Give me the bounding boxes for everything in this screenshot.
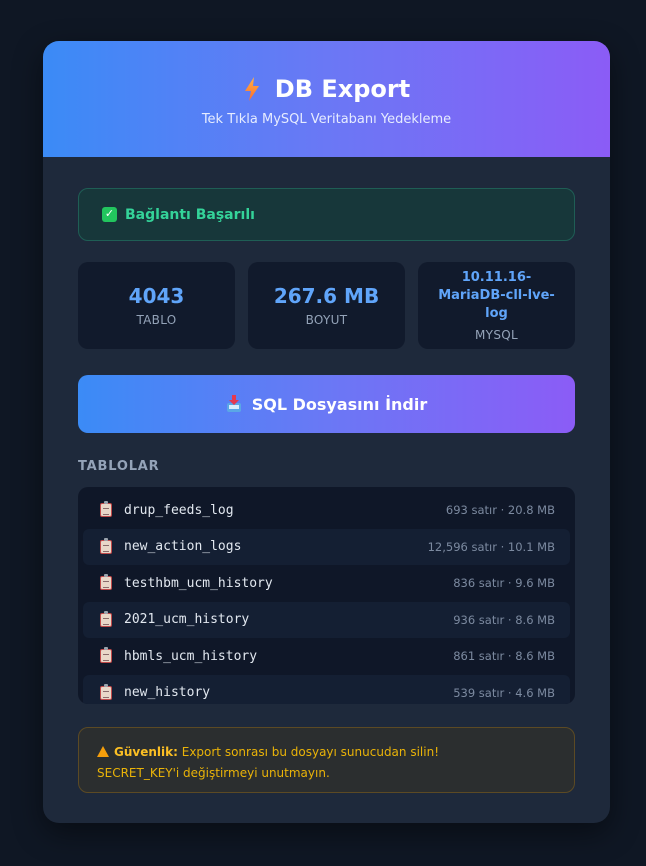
stat-mysql-label: MYSQL bbox=[475, 328, 518, 342]
header: DB Export Tek Tıkla MySQL Veritabanı Yed… bbox=[43, 41, 610, 157]
table-name: new_action_logs bbox=[124, 539, 242, 555]
table-meta: 12,596 satır · 10.1 MB bbox=[427, 539, 555, 554]
stat-tables-value: 4043 bbox=[128, 284, 185, 308]
warning-line-1: Güvenlik: Export sonrası bu dosyayı sunu… bbox=[97, 742, 556, 763]
table-row[interactable]: drup_feeds_log 693 satır · 20.8 MB bbox=[83, 492, 570, 529]
page-title: DB Export bbox=[274, 75, 411, 103]
download-label: SQL Dosyasını İndir bbox=[251, 394, 428, 414]
warning-text-2: SECRET_KEY'i değiştirmeyi unutmayın. bbox=[97, 766, 330, 780]
table-name: testhbm_ucm_history bbox=[124, 575, 273, 591]
card-body: ✓ Bağlantı Başarılı 4043 TABLO 267.6 MB … bbox=[43, 157, 610, 793]
clipboard-icon bbox=[100, 537, 112, 554]
lightning-bolt-icon bbox=[244, 77, 259, 101]
table-meta: 861 satır · 8.6 MB bbox=[453, 649, 555, 664]
connection-status: ✓ Bağlantı Başarılı bbox=[78, 188, 575, 241]
download-sql-button[interactable]: SQL Dosyasını İndir bbox=[78, 375, 575, 433]
table-list[interactable]: drup_feeds_log 693 satır · 20.8 MB new_a… bbox=[78, 487, 575, 704]
stat-size: 267.6 MB BOYUT bbox=[248, 262, 405, 349]
table-row[interactable]: 2021_ucm_history 936 satır · 8.6 MB bbox=[83, 601, 570, 638]
security-warning: Güvenlik: Export sonrası bu dosyayı sunu… bbox=[78, 727, 575, 793]
clipboard-icon bbox=[100, 647, 112, 664]
warning-text-1: Export sonrası bu dosyayı sunucudan sili… bbox=[181, 745, 440, 759]
warning-strong: Güvenlik: bbox=[114, 745, 178, 759]
page-subtitle: Tek Tıkla MySQL Veritabanı Yedekleme bbox=[201, 112, 452, 127]
table-name: hbmls_ucm_history bbox=[124, 648, 258, 664]
stat-size-value: 267.6 MB bbox=[273, 284, 380, 308]
status-text: Bağlantı Başarılı bbox=[125, 206, 255, 223]
stat-tables: 4043 TABLO bbox=[78, 262, 235, 349]
tables-section-title: TABLOLAR bbox=[78, 459, 160, 474]
stat-tables-label: TABLO bbox=[136, 313, 177, 327]
table-meta: 936 satır · 8.6 MB bbox=[453, 612, 555, 627]
stat-mysql: 10.11.16-MariaDB-cll-lve-log MYSQL bbox=[418, 262, 575, 349]
clipboard-icon bbox=[100, 610, 112, 627]
clipboard-icon bbox=[100, 501, 112, 518]
table-row[interactable]: testhbm_ucm_history 836 satır · 9.6 MB bbox=[83, 565, 570, 602]
table-meta: 539 satır · 4.6 MB bbox=[453, 685, 555, 700]
table-row[interactable]: hbmls_ucm_history 861 satır · 8.6 MB bbox=[83, 638, 570, 675]
warning-icon bbox=[97, 746, 109, 757]
clipboard-icon bbox=[100, 574, 112, 591]
table-name: drup_feeds_log bbox=[124, 502, 234, 518]
title-row: DB Export bbox=[43, 75, 610, 103]
stat-size-label: BOYUT bbox=[305, 313, 348, 327]
table-row[interactable]: new_action_logs 12,596 satır · 10.1 MB bbox=[83, 528, 570, 565]
clipboard-icon bbox=[100, 683, 112, 700]
stats-row: 4043 TABLO 267.6 MB BOYUT 10.11.16-Maria… bbox=[78, 262, 575, 349]
stat-mysql-value: 10.11.16-MariaDB-cll-lve-log bbox=[438, 270, 555, 321]
check-icon: ✓ bbox=[102, 207, 117, 222]
table-meta: 693 satır · 20.8 MB bbox=[445, 503, 555, 518]
table-name: 2021_ucm_history bbox=[124, 612, 250, 628]
table-row[interactable]: new_history 539 satır · 4.6 MB bbox=[83, 674, 570, 704]
table-meta: 836 satır · 9.6 MB bbox=[453, 576, 555, 591]
export-card: DB Export Tek Tıkla MySQL Veritabanı Yed… bbox=[43, 41, 610, 823]
inbox-tray-icon bbox=[226, 395, 241, 412]
table-name: new_history bbox=[124, 685, 211, 701]
